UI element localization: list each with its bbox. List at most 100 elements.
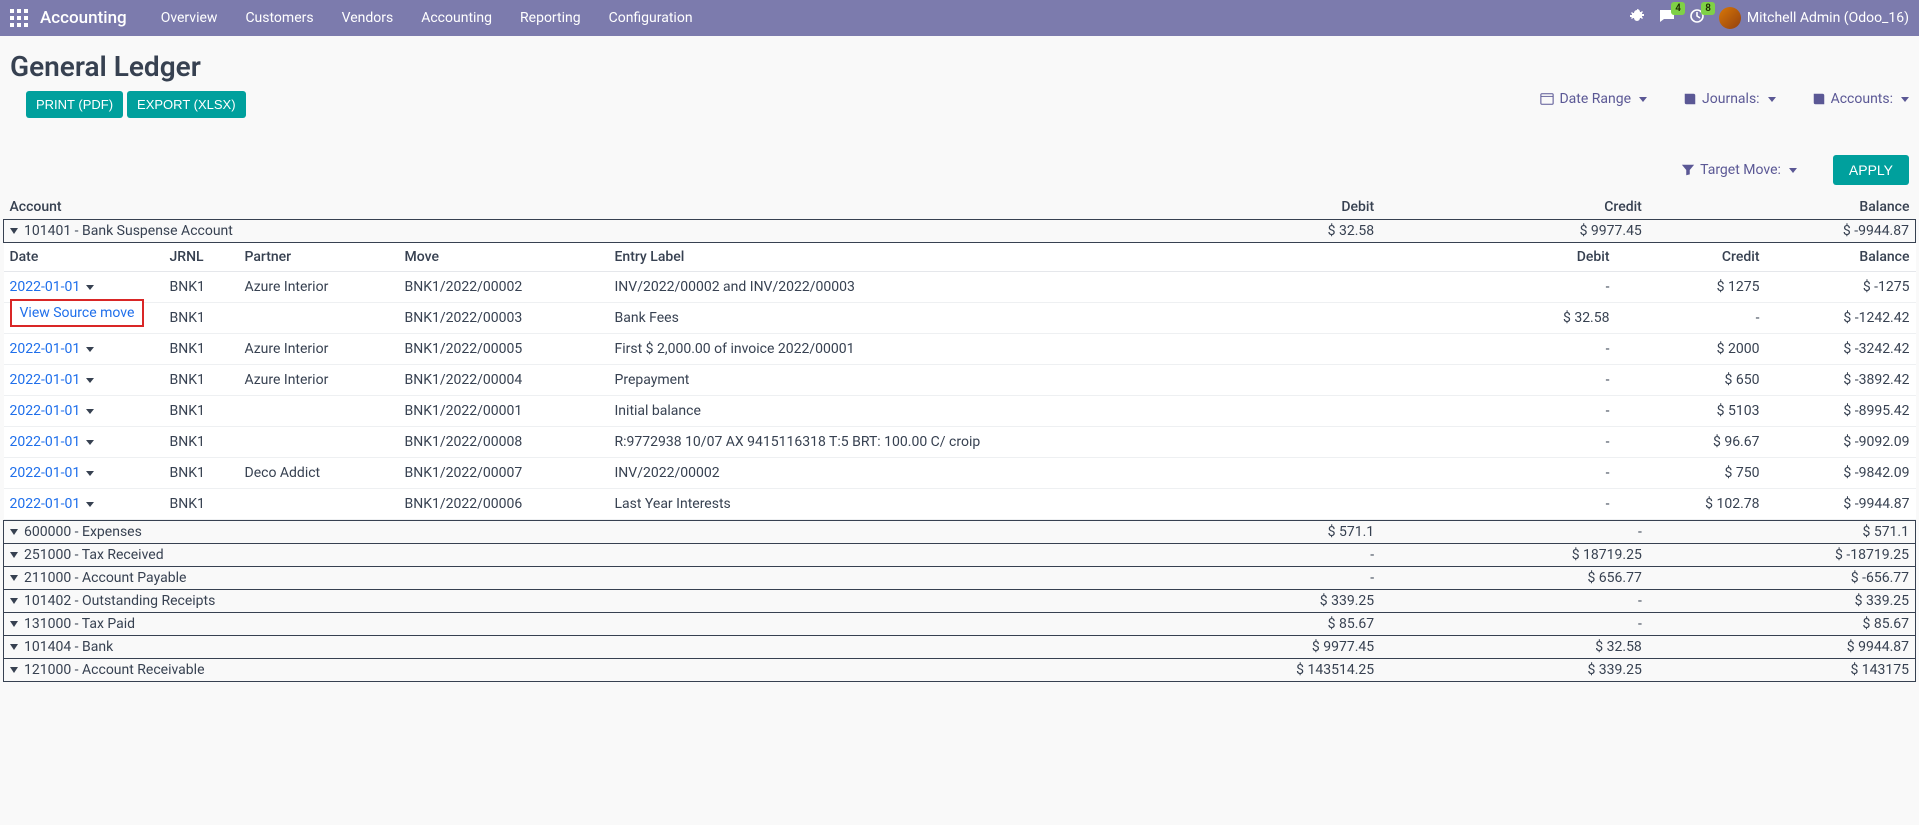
line-balance: $ -9944.87 (1766, 489, 1916, 520)
account-row[interactable]: 121000 - Account Receivable $ 143514.25 … (4, 659, 1916, 682)
view-source-move-popover[interactable]: View Source move (10, 299, 145, 327)
line-debit: - (1466, 489, 1616, 520)
account-row[interactable]: 600000 - Expenses $ 571.1 - $ 571.1 (4, 521, 1916, 544)
nav-configuration[interactable]: Configuration (597, 2, 705, 34)
ledger-line: 2022-01-01 View Source move BNK1 BNK1/20… (4, 427, 1916, 458)
line-debit: $ 32.58 (1466, 303, 1616, 334)
col-balance: Balance (1648, 195, 1916, 220)
line-date-dropdown[interactable]: 2022-01-01 View Source move (10, 465, 95, 481)
line-date-dropdown[interactable]: 2022-01-01 View Source move (10, 372, 95, 388)
filter-journals-label: Journals: (1702, 91, 1760, 107)
line-debit: - (1466, 272, 1616, 303)
line-label: Prepayment (609, 365, 1466, 396)
chevron-down-icon (86, 285, 94, 290)
user-menu[interactable]: Mitchell Admin (Odoo_16) (1719, 7, 1909, 29)
line-jrnl: BNK1 (164, 365, 239, 396)
line-jrnl: BNK1 (164, 396, 239, 427)
account-balance: $ 85.67 (1648, 613, 1916, 636)
top-navbar: Accounting Overview Customers Vendors Ac… (0, 0, 1919, 36)
account-balance: $ -9944.87 (1648, 220, 1916, 243)
account-credit: $ 9977.45 (1380, 220, 1648, 243)
filter-journals[interactable]: Journals: (1683, 91, 1776, 107)
caret-down-icon (10, 667, 18, 673)
account-balance: $ 571.1 (1648, 521, 1916, 544)
line-balance: $ -3242.42 (1766, 334, 1916, 365)
apply-button[interactable]: APPLY (1833, 155, 1909, 185)
account-balance: $ 9944.87 (1648, 636, 1916, 659)
line-jrnl: BNK1 (164, 489, 239, 520)
account-name: 131000 - Tax Paid (24, 616, 135, 632)
export-xlsx-button[interactable]: EXPORT (XLSX) (127, 91, 246, 118)
account-row[interactable]: 101404 - Bank $ 9977.45 $ 32.58 $ 9944.8… (4, 636, 1916, 659)
line-partner (239, 303, 399, 334)
line-balance: $ -9092.09 (1766, 427, 1916, 458)
caret-down-icon (10, 529, 18, 535)
account-name: 121000 - Account Receivable (24, 662, 205, 678)
account-balance: $ -18719.25 (1648, 544, 1916, 567)
bug-icon[interactable] (1629, 8, 1645, 28)
apps-icon[interactable] (10, 9, 28, 27)
username: Mitchell Admin (Odoo_16) (1747, 10, 1909, 26)
line-debit: - (1466, 458, 1616, 489)
nav-customers[interactable]: Customers (233, 2, 325, 34)
account-row[interactable]: 251000 - Tax Received - $ 18719.25 $ -18… (4, 544, 1916, 567)
line-credit: $ 750 (1616, 458, 1766, 489)
col-entry-label: Entry Label (609, 243, 1466, 272)
caret-down-icon (10, 621, 18, 627)
filter-accounts[interactable]: Accounts: (1812, 91, 1909, 107)
line-date-dropdown[interactable]: 2022-01-01 View Source move (10, 403, 95, 419)
activity-icon[interactable]: 8 (1689, 8, 1705, 28)
account-name: 211000 - Account Payable (24, 570, 186, 586)
account-credit: $ 18719.25 (1380, 544, 1648, 567)
line-move: BNK1/2022/00007 (399, 458, 609, 489)
ledger-line: 2022-01-01 View Source move BNK1 Deco Ad… (4, 458, 1916, 489)
nav-overview[interactable]: Overview (149, 2, 230, 34)
line-date-dropdown[interactable]: 2022-01-01 View Source move (10, 496, 95, 512)
account-name: 101404 - Bank (24, 639, 113, 655)
nav-reporting[interactable]: Reporting (508, 2, 593, 34)
account-balance: $ 143175 (1648, 659, 1916, 682)
account-row[interactable]: 101402 - Outstanding Receipts $ 339.25 -… (4, 590, 1916, 613)
line-label: INV/2022/00002 (609, 458, 1466, 489)
print-pdf-button[interactable]: PRINT (PDF) (26, 91, 123, 118)
account-debit: - (1112, 544, 1380, 567)
line-date: 2022-01-01 (10, 496, 81, 512)
line-credit: $ 5103 (1616, 396, 1766, 427)
ledger-line: 2022-01-01 View Source move BNK1 BNK1/20… (4, 396, 1916, 427)
col-jrnl: JRNL (164, 243, 239, 272)
chevron-down-icon (1639, 97, 1647, 102)
line-jrnl: BNK1 (164, 303, 239, 334)
avatar (1719, 7, 1741, 29)
account-credit: - (1380, 590, 1648, 613)
line-balance: $ -9842.09 (1766, 458, 1916, 489)
account-credit: - (1380, 521, 1648, 544)
ledger-line: 2022-01-01 View Source move BNK1 Azure I… (4, 365, 1916, 396)
nav-accounting[interactable]: Accounting (409, 2, 504, 34)
line-label: INV/2022/00002 and INV/2022/00003 (609, 272, 1466, 303)
messages-icon[interactable]: 4 (1659, 8, 1675, 28)
chevron-down-icon (86, 378, 94, 383)
line-date-dropdown[interactable]: 2022-01-01 View Source move (10, 279, 95, 295)
activity-badge: 8 (1701, 2, 1715, 15)
line-move: BNK1/2022/00001 (399, 396, 609, 427)
chevron-down-icon (1789, 168, 1797, 173)
line-date-dropdown[interactable]: 2022-01-01 View Source move (10, 434, 95, 450)
col-account: Account (4, 195, 1113, 220)
line-label: Bank Fees (609, 303, 1466, 334)
col-partner: Partner (239, 243, 399, 272)
app-brand[interactable]: Accounting (40, 8, 127, 28)
account-row[interactable]: 131000 - Tax Paid $ 85.67 - $ 85.67 (4, 613, 1916, 636)
nav-vendors[interactable]: Vendors (330, 2, 406, 34)
account-name: 600000 - Expenses (24, 524, 142, 540)
line-date: 2022-01-01 (10, 465, 81, 481)
filter-date-range[interactable]: Date Range (1540, 91, 1647, 107)
account-row[interactable]: 211000 - Account Payable - $ 656.77 $ -6… (4, 567, 1916, 590)
line-jrnl: BNK1 (164, 458, 239, 489)
line-debit: - (1466, 396, 1616, 427)
line-jrnl: BNK1 (164, 427, 239, 458)
line-credit: $ 102.78 (1616, 489, 1766, 520)
account-row[interactable]: 101401 - Bank Suspense Account $ 32.58 $… (4, 220, 1916, 243)
filter-target-move[interactable]: Target Move: (1681, 162, 1797, 178)
line-jrnl: BNK1 (164, 272, 239, 303)
line-date-dropdown[interactable]: 2022-01-01 View Source move (10, 341, 95, 357)
